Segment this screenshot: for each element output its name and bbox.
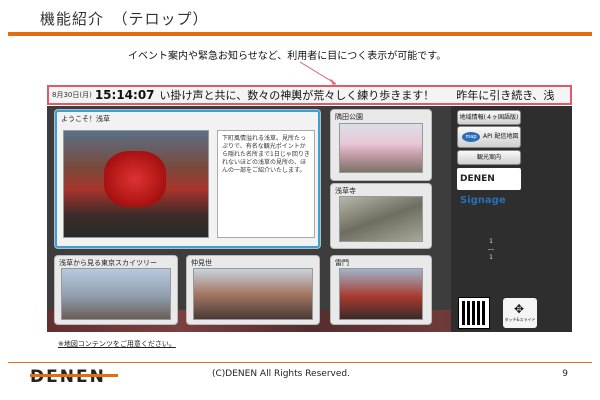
sumida-park-photo xyxy=(339,123,423,173)
map-content-note: ※地図コンテンツをご用意ください。 xyxy=(58,340,176,348)
panel-description: 下町風情溢れる浅草。見所たっぷりで、有名な観光ポイントから隠れた名所まで1日じゃ… xyxy=(217,130,315,238)
denen-logo: DENEN xyxy=(30,367,106,387)
title-divider xyxy=(8,32,592,36)
touch-slide-button[interactable]: ✥ タッチ&スライド xyxy=(503,298,537,328)
panel-label: ようこそ！浅草 xyxy=(61,115,110,123)
logo-underline xyxy=(30,374,118,377)
panel-label: 隅田公園 xyxy=(335,113,363,121)
ticker-clock: 15:14:07 xyxy=(94,88,155,102)
brand-signage: Signage xyxy=(460,195,506,206)
panel-sensoji[interactable]: 浅草寺 xyxy=(331,184,431,248)
footer-divider xyxy=(8,362,592,363)
side-menu: 地域情報(４ヶ国語版) map API 配信地図 観光案内 DENEN Signa… xyxy=(451,106,572,332)
slide-title: 機能紹介 （テロップ） xyxy=(40,10,209,28)
map-logo-icon: map xyxy=(462,131,480,142)
panel-label: 仲見世 xyxy=(191,259,212,267)
lantern-shape xyxy=(104,151,166,207)
copyright: (C)DENEN All Rights Reserved. xyxy=(212,369,350,379)
touch-slide-label: タッチ&スライド xyxy=(504,317,536,322)
page-indicator: 1 ― 1 xyxy=(486,238,496,262)
sensoji-photo xyxy=(339,196,423,242)
tourism-button[interactable]: 観光案内 xyxy=(457,150,521,165)
skytree-photo xyxy=(61,268,171,320)
denen-signage-logo: DENEN Signage xyxy=(457,168,521,206)
page-total: 1 xyxy=(489,254,493,261)
ticker-date: 8月30日(月) xyxy=(52,91,92,99)
area-info-button[interactable]: 地域情報(４ヶ国語版) xyxy=(457,110,521,125)
qr-code-icon xyxy=(458,297,490,329)
panel-label: 浅草寺 xyxy=(335,187,356,195)
map-button-label: 配信地図 xyxy=(494,133,519,140)
page-divider: ― xyxy=(488,246,494,253)
four-way-arrow-icon: ✥ xyxy=(514,302,525,316)
panel-label: 雷門 xyxy=(335,259,349,267)
panel-skytree[interactable]: 浅草から見る東京スカイツリー xyxy=(55,256,177,324)
map-button[interactable]: map API 配信地図 xyxy=(457,126,521,148)
panel-sumida-park[interactable]: 隅田公園 xyxy=(331,110,431,180)
telop-ticker: 8月30日(月) 15:14:07 い掛け声と共に、数々の神輿が荒々しく練り歩き… xyxy=(47,85,572,105)
nakamise-photo xyxy=(193,268,313,320)
asakusa-lantern-photo xyxy=(63,130,209,238)
signage-screen: ようこそ！浅草 下町風情溢れる浅草。見所たっぷりで、有名な観光ポイントから隠れた… xyxy=(47,106,572,332)
map-api-label: API xyxy=(483,133,493,140)
panel-kaminarimon[interactable]: 雷門 xyxy=(331,256,431,324)
page-number: 9 xyxy=(562,369,568,379)
ticker-message: い掛け声と共に、数々の神輿が荒々しく練り歩きます！ 昨年に引き続き、浅 xyxy=(159,89,555,102)
brand-main: DENEN xyxy=(460,174,495,184)
kaminarimon-photo xyxy=(339,268,423,320)
panel-nakamise[interactable]: 仲見世 xyxy=(187,256,319,324)
panel-label: 浅草から見る東京スカイツリー xyxy=(59,259,157,267)
callout-text: イベント案内や緊急お知らせなど、利用者に目につく表示が可能です。 xyxy=(128,51,447,62)
page-current: 1 xyxy=(489,238,493,245)
panel-welcome-asakusa[interactable]: ようこそ！浅草 下町風情溢れる浅草。見所たっぷりで、有名な観光ポイントから隠れた… xyxy=(55,110,320,248)
